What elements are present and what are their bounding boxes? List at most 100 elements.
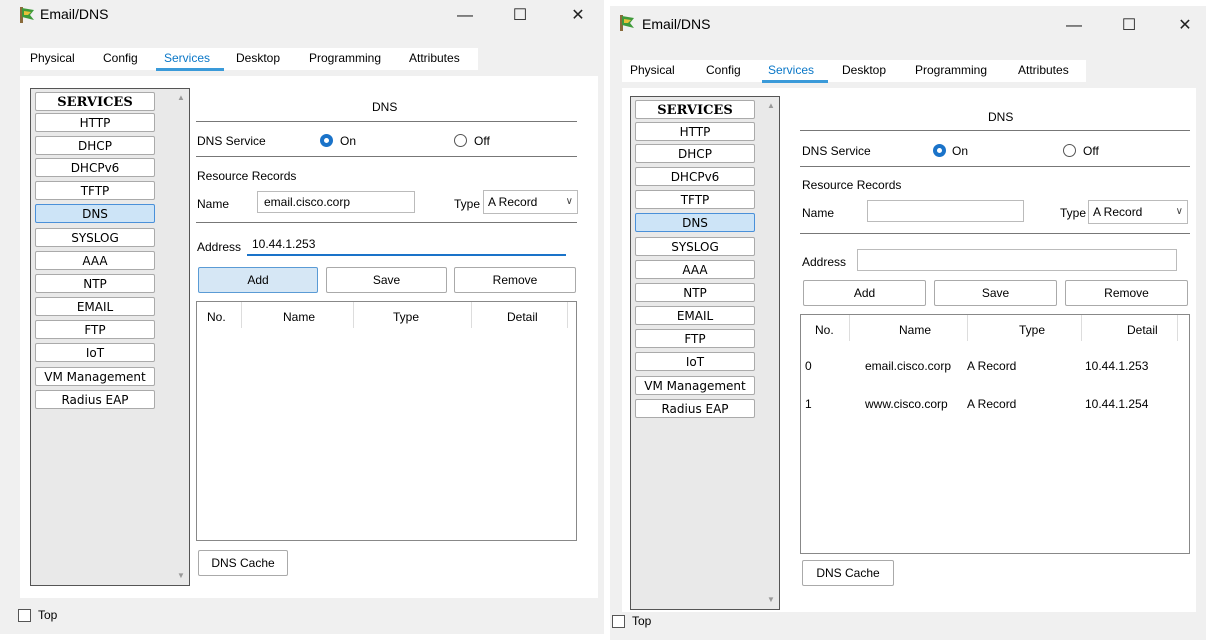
tab-services[interactable]: Services xyxy=(164,51,210,65)
top-checkbox[interactable] xyxy=(18,609,31,622)
type-select[interactable]: A Record ∨ xyxy=(483,190,578,214)
close-button[interactable]: ✕ xyxy=(1163,12,1206,40)
service-tftp[interactable]: TFTP xyxy=(35,181,155,200)
dns-service-label: DNS Service xyxy=(197,134,266,148)
tab-config[interactable]: Config xyxy=(706,63,741,77)
service-dhcpv6[interactable]: DHCPv6 xyxy=(35,158,155,177)
dns-off-radio[interactable] xyxy=(454,134,467,147)
services-list: SERVICES HTTP DHCP DHCPv6 TFTP DNS SYSLO… xyxy=(630,96,780,610)
dns-on-radio[interactable] xyxy=(933,144,946,157)
remove-button[interactable]: Remove xyxy=(454,267,576,293)
service-aaa[interactable]: AAA xyxy=(35,251,155,270)
name-label: Name xyxy=(197,197,230,211)
scroll-up-arrow-icon[interactable]: ▲ xyxy=(766,101,776,111)
service-http[interactable]: HTTP xyxy=(635,122,755,141)
record-1-type: A Record xyxy=(967,397,1017,411)
service-syslog[interactable]: SYSLOG xyxy=(635,237,755,256)
tab-attributes[interactable]: Attributes xyxy=(409,51,460,65)
save-button[interactable]: Save xyxy=(934,280,1057,306)
dns-on-label: On xyxy=(340,134,357,148)
tab-desktop[interactable]: Desktop xyxy=(842,63,886,77)
tab-physical[interactable]: Physical xyxy=(630,63,675,77)
type-select-value: A Record xyxy=(1093,205,1143,219)
address-label: Address xyxy=(197,240,242,254)
service-dns[interactable]: DNS xyxy=(635,213,755,232)
top-checkbox[interactable] xyxy=(612,615,625,628)
packet-tracer-app-icon xyxy=(620,15,634,31)
service-ftp[interactable]: FTP xyxy=(35,320,155,339)
add-button[interactable]: Add xyxy=(803,280,926,306)
name-input[interactable] xyxy=(867,200,1024,222)
service-http[interactable]: HTTP xyxy=(35,113,155,132)
tab-services[interactable]: Services xyxy=(768,63,814,77)
service-syslog[interactable]: SYSLOG xyxy=(35,228,155,247)
service-vm-management[interactable]: VM Management xyxy=(35,367,155,386)
record-0-name: email.cisco.corp xyxy=(865,359,952,373)
dns-heading: DNS xyxy=(988,110,1014,124)
dns-off-radio[interactable] xyxy=(1063,144,1076,157)
active-tab-indicator xyxy=(156,68,224,71)
tab-programming[interactable]: Programming xyxy=(309,51,381,65)
type-label: Type xyxy=(1060,206,1087,220)
dns-cache-button[interactable]: DNS Cache xyxy=(198,550,288,576)
column-separator xyxy=(967,315,968,341)
service-iot[interactable]: IoT xyxy=(635,352,755,371)
add-button[interactable]: Add xyxy=(198,267,318,293)
record-1-no: 1 xyxy=(805,397,812,411)
service-dhcp[interactable]: DHCP xyxy=(35,136,155,155)
dns-on-label: On xyxy=(952,144,969,158)
service-radius-eap[interactable]: Radius EAP xyxy=(635,399,755,418)
divider xyxy=(800,233,1190,234)
scroll-down-arrow-icon[interactable]: ▼ xyxy=(766,595,776,605)
tab-programming[interactable]: Programming xyxy=(915,63,987,77)
address-input[interactable]: 10.44.1.253 xyxy=(247,234,566,256)
dns-heading: DNS xyxy=(372,100,398,114)
remove-button[interactable]: Remove xyxy=(1065,280,1188,306)
minimize-button[interactable]: — xyxy=(443,2,487,30)
record-1-name: www.cisco.corp xyxy=(865,397,948,411)
service-iot[interactable]: IoT xyxy=(35,343,155,362)
packet-tracer-app-icon xyxy=(20,7,34,23)
service-ftp[interactable]: FTP xyxy=(635,329,755,348)
name-input[interactable]: email.cisco.corp xyxy=(257,191,415,213)
divider xyxy=(800,130,1190,131)
service-aaa[interactable]: AAA xyxy=(635,260,755,279)
service-vm-management[interactable]: VM Management xyxy=(635,376,755,395)
scroll-up-arrow-icon[interactable]: ▲ xyxy=(176,93,186,103)
dns-cache-button[interactable]: DNS Cache xyxy=(802,560,894,586)
dns-on-radio[interactable] xyxy=(320,134,333,147)
minimize-button[interactable]: — xyxy=(1052,12,1096,40)
save-button[interactable]: Save xyxy=(326,267,447,293)
service-tftp[interactable]: TFTP xyxy=(635,190,755,209)
type-select[interactable]: A Record ∨ xyxy=(1088,200,1188,224)
column-separator xyxy=(471,302,472,328)
divider xyxy=(196,222,577,223)
close-button[interactable]: ✕ xyxy=(556,2,600,30)
maximize-button[interactable]: ☐ xyxy=(1107,12,1151,40)
column-header-detail: Detail xyxy=(1127,323,1158,337)
tab-desktop[interactable]: Desktop xyxy=(236,51,280,65)
tab-attributes[interactable]: Attributes xyxy=(1018,63,1069,77)
scroll-down-arrow-icon[interactable]: ▼ xyxy=(176,571,186,581)
tab-physical[interactable]: Physical xyxy=(30,51,75,65)
service-ntp[interactable]: NTP xyxy=(35,274,155,293)
services-list: SERVICES HTTP DHCP DHCPv6 TFTP DNS SYSLO… xyxy=(30,88,190,586)
service-dns[interactable]: DNS xyxy=(35,204,155,223)
service-email[interactable]: EMAIL xyxy=(35,297,155,316)
service-email[interactable]: EMAIL xyxy=(635,306,755,325)
maximize-button[interactable]: ☐ xyxy=(498,2,542,30)
services-panel: SERVICES HTTP DHCP DHCPv6 TFTP DNS SYSLO… xyxy=(20,76,598,598)
title-bar[interactable]: Email/DNS — ☐ ✕ xyxy=(610,6,1206,38)
title-bar[interactable]: Email/DNS — ☐ ✕ xyxy=(0,0,604,32)
service-dhcp[interactable]: DHCP xyxy=(635,144,755,163)
address-input[interactable] xyxy=(857,249,1177,271)
service-radius-eap[interactable]: Radius EAP xyxy=(35,390,155,409)
tab-config[interactable]: Config xyxy=(103,51,138,65)
services-list-header: SERVICES xyxy=(35,92,155,111)
service-ntp[interactable]: NTP xyxy=(635,283,755,302)
window-title: Email/DNS xyxy=(642,16,711,32)
column-header-name: Name xyxy=(283,310,316,324)
tab-bar: Physical Config Services Desktop Program… xyxy=(622,60,1086,83)
service-dhcpv6[interactable]: DHCPv6 xyxy=(635,167,755,186)
name-label: Name xyxy=(802,206,835,220)
